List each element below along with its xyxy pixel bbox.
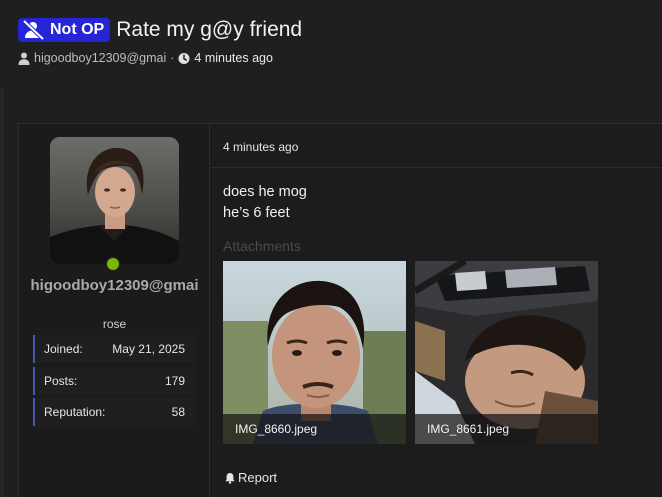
post: higoodboy12309@gmai rose Joined: May 21,… xyxy=(18,123,662,497)
left-border xyxy=(0,88,4,497)
stat-joined: Joined: May 21, 2025 xyxy=(33,335,196,363)
attachments-heading: Attachments xyxy=(223,238,301,254)
stat-reputation: Reputation: 58 xyxy=(33,398,196,426)
avatar-image xyxy=(50,137,179,264)
post-user-column: higoodboy12309@gmai rose Joined: May 21,… xyxy=(19,124,210,497)
thread-meta: higoodboy12309@gmai · 4 minutes ago xyxy=(18,51,273,65)
meta-separator: · xyxy=(170,51,175,65)
attachment-filename: IMG_8660.jpeg xyxy=(223,414,406,444)
attachment-thumbnail[interactable]: IMG_8660.jpeg xyxy=(223,261,406,444)
user-slash-icon xyxy=(22,20,45,40)
post-username[interactable]: higoodboy12309@gmai xyxy=(29,276,200,295)
thread-header: Not OP Rate my g@y friend xyxy=(18,18,302,42)
stat-label: Posts: xyxy=(44,374,78,388)
clock-icon xyxy=(178,52,190,64)
user-title: rose xyxy=(102,317,127,331)
thread-time[interactable]: 4 minutes ago xyxy=(194,51,273,65)
bell-icon xyxy=(225,472,235,484)
report-button[interactable]: Report xyxy=(224,470,277,485)
stat-label: Joined: xyxy=(44,342,83,356)
online-status-dot xyxy=(105,256,121,272)
avatar[interactable] xyxy=(50,137,179,264)
user-icon xyxy=(18,52,30,65)
stat-value: 58 xyxy=(171,405,185,419)
post-line: does he mog xyxy=(223,184,307,200)
attachment-thumbnail[interactable]: IMG_8661.jpeg xyxy=(415,261,598,444)
stat-value: 179 xyxy=(164,374,185,388)
not-op-badge: Not OP xyxy=(18,18,111,42)
post-header: 4 minutes ago xyxy=(211,124,662,168)
report-label: Report xyxy=(238,470,278,485)
stat-value: May 21, 2025 xyxy=(112,342,185,356)
post-time[interactable]: 4 minutes ago xyxy=(223,140,298,154)
attachment-filename: IMG_8661.jpeg xyxy=(415,414,598,444)
thread-title: Rate my g@y friend xyxy=(116,18,303,41)
thread-page: Not OP Rate my g@y friend higoodboy12309… xyxy=(0,0,662,497)
stat-label: Reputation: xyxy=(44,405,106,419)
post-body: does he mog he’s 6 feet xyxy=(223,182,307,224)
post-line: he’s 6 feet xyxy=(223,205,290,221)
badge-label: Not OP xyxy=(50,21,105,38)
thread-author-link[interactable]: higoodboy12309@gmai xyxy=(34,51,166,65)
stat-posts: Posts: 179 xyxy=(33,367,196,395)
